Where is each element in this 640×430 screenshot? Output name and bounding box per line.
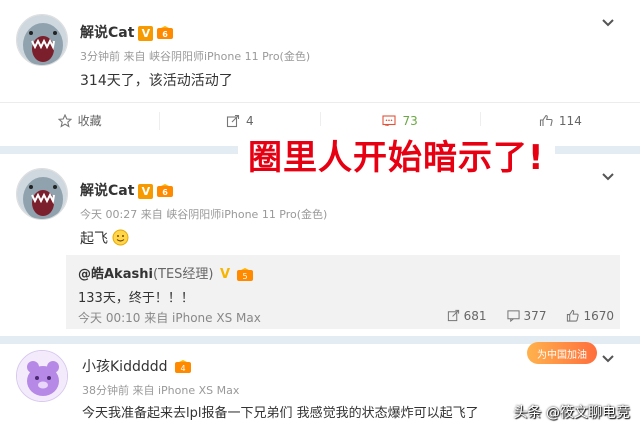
quoted-author-title: (TES经理) [152, 267, 214, 282]
post-meta: 今天 00:27 来自 峡谷阴阳师iPhone 11 Pro(金色) [80, 208, 328, 221]
level-badge-icon: 4 [174, 360, 191, 373]
star-icon [57, 113, 72, 128]
comment-icon [506, 310, 520, 323]
smile-emoji-icon [112, 229, 129, 246]
svg-text:4: 4 [180, 364, 185, 373]
username-text[interactable]: 解说Cat [80, 183, 134, 199]
quoted-like-button[interactable]: 1670 [566, 309, 614, 323]
shark-avatar-icon [17, 169, 67, 219]
chevron-down-icon[interactable] [600, 350, 616, 366]
quoted-like-count: 1670 [583, 309, 614, 323]
svg-text:5: 5 [242, 272, 247, 281]
quoted-comment-button[interactable]: 377 [506, 309, 547, 323]
verified-v-icon: V [138, 25, 154, 41]
quoted-post[interactable]: @皓Akashi(TES经理) V 5 133天，终于！！！ 今天 00:10 来自… [66, 255, 620, 329]
quoted-text: 133天，终于！！！ [78, 291, 194, 306]
avatar[interactable] [16, 168, 68, 220]
verified-v-icon: V [219, 267, 231, 282]
svg-text:6: 6 [163, 188, 169, 197]
avatar[interactable] [16, 14, 68, 66]
chevron-down-icon[interactable] [600, 14, 616, 30]
post-text: 起飞 [80, 228, 129, 248]
quoted-author-name[interactable]: @皓Akashi [78, 267, 153, 282]
level-badge-icon: 6 [157, 26, 174, 39]
watermark: 头条 @筱文聊电竞 [513, 405, 630, 421]
post-1: 解说Cat V 6 3分钟前 来自 峡谷阴阳师iPhone 11 Pro(金色) 3… [0, 0, 640, 146]
purple-bear-avatar-icon [17, 351, 67, 401]
avatar[interactable] [16, 350, 68, 402]
quoted-actions: 681 377 1670 [447, 309, 614, 323]
chevron-down-icon[interactable] [600, 168, 616, 184]
quoted-author[interactable]: @皓Akashi(TES经理) V 5 [78, 263, 254, 282]
favorite-button[interactable]: 收藏 [0, 111, 161, 130]
username[interactable]: 小孩Kiddddd 4 [82, 356, 192, 376]
overlay-banner: 圈里人开始暗示了! [238, 126, 555, 182]
username-text[interactable]: 小孩Kiddddd [82, 359, 168, 375]
event-badge: 为中国加油 [527, 342, 597, 364]
post-meta: 38分钟前 来自 iPhone XS Max [82, 384, 240, 397]
post-meta: 3分钟前 来自 峡谷阴阳师iPhone 11 Pro(金色) [80, 50, 311, 63]
thumbs-up-icon [567, 309, 580, 322]
verified-v-icon: V [138, 183, 154, 199]
post-text: 今天我准备起来去lpl报备一下兄弟们 我感觉我的状态爆炸可以起飞了 [82, 406, 479, 421]
shark-avatar-icon [17, 15, 67, 65]
quoted-repost-button[interactable]: 681 [447, 309, 487, 323]
quoted-repost-count: 681 [463, 309, 487, 323]
like-count: 114 [558, 113, 582, 128]
banner-text: 圈里人开始暗示了! [248, 137, 545, 178]
username-text[interactable]: 解说Cat [80, 25, 134, 41]
username[interactable]: 解说Cat V 6 [80, 180, 174, 200]
quoted-meta: 今天 00:10 来自 iPhone XS Max [78, 311, 261, 325]
svg-text:6: 6 [163, 30, 169, 39]
favorite-label: 收藏 [77, 114, 102, 128]
repost-icon [447, 309, 459, 322]
level-badge-icon: 6 [157, 184, 174, 197]
post-text-content: 起飞 [80, 231, 108, 247]
username[interactable]: 解说Cat V 6 [80, 22, 174, 42]
level-badge-icon: 5 [236, 267, 253, 281]
post-text: 314天了，该活动活动了 [80, 73, 233, 89]
quoted-comment-count: 377 [523, 309, 547, 323]
